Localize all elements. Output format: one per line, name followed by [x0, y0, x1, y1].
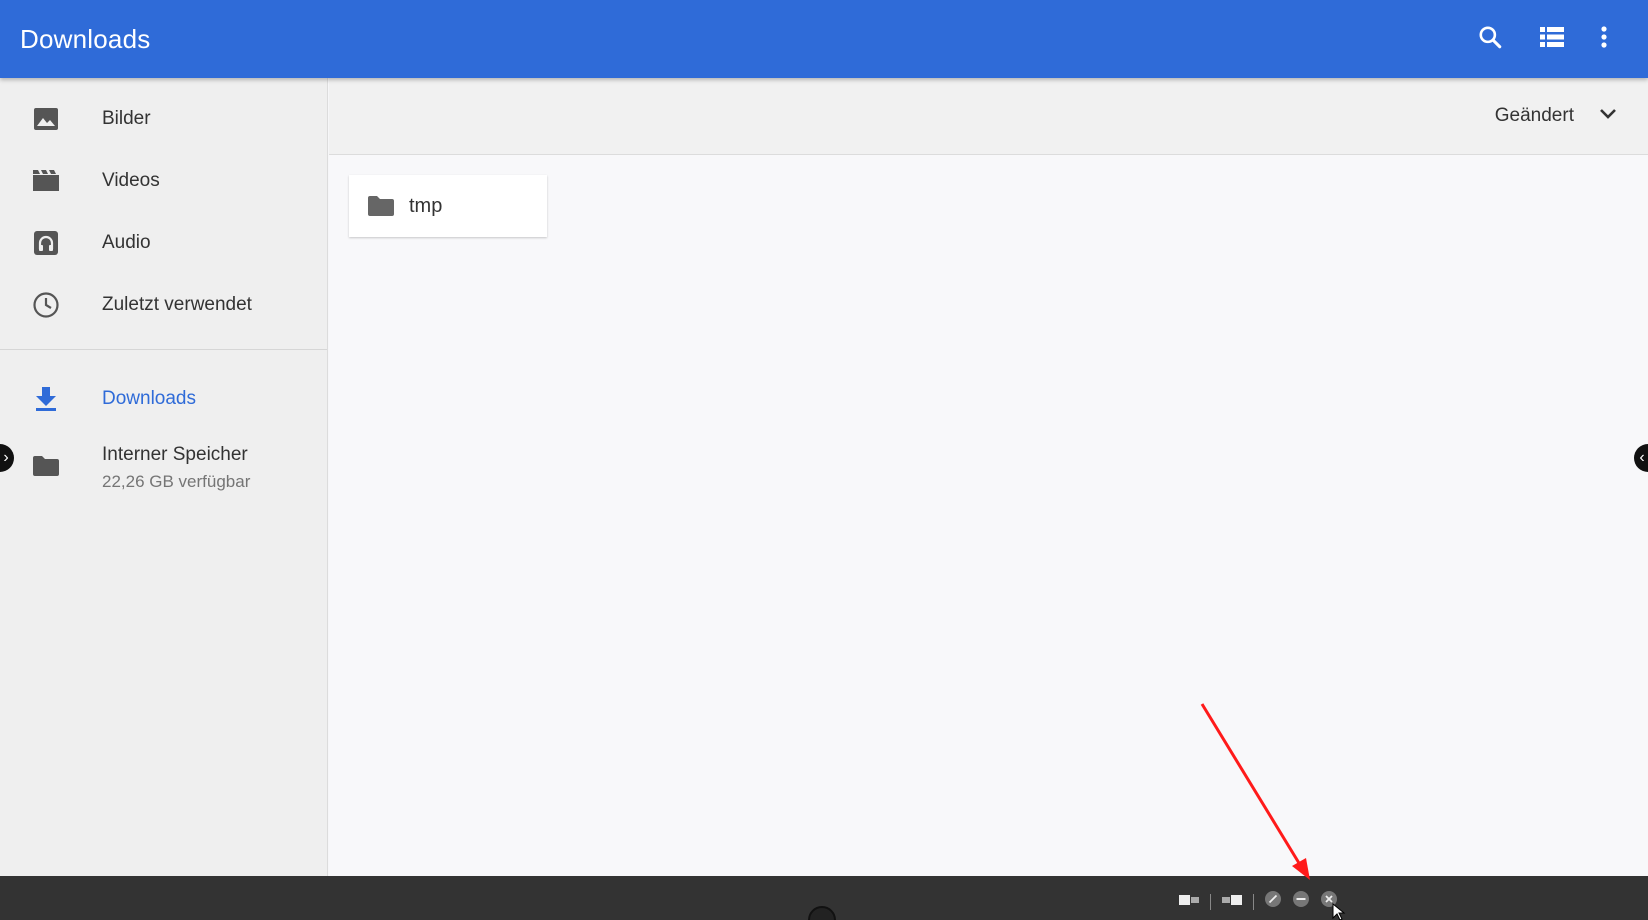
- download-icon: [32, 385, 60, 413]
- sidebar-item-bilder[interactable]: Bilder: [0, 88, 327, 150]
- more-vert-icon: [1600, 25, 1608, 54]
- minimize-button[interactable]: [1292, 890, 1310, 913]
- chevron-right-icon: ›: [3, 449, 9, 466]
- folder-name: tmp: [409, 194, 443, 217]
- mouse-cursor-icon: [1332, 903, 1346, 920]
- sidebar-item-audio[interactable]: Audio: [0, 212, 327, 274]
- search-button[interactable]: [1468, 17, 1512, 61]
- folder-icon: [32, 452, 60, 480]
- window-shelf: [0, 876, 1648, 920]
- fullscreen-icon: [1264, 890, 1282, 913]
- snap-left-button[interactable]: [1178, 893, 1200, 911]
- sidebar-item-recent[interactable]: Zuletzt verwendet: [0, 274, 327, 336]
- folder-icon: [367, 194, 395, 218]
- app-bar-actions: [1450, 17, 1626, 61]
- sidebar-item-downloads[interactable]: Downloads: [0, 368, 327, 430]
- image-icon: [32, 105, 60, 133]
- list-view-button[interactable]: [1530, 17, 1574, 61]
- sidebar-item-videos[interactable]: Videos: [0, 150, 327, 212]
- app-bar: Downloads: [0, 0, 1648, 78]
- sidebar-divider: [0, 349, 327, 350]
- chevron-left-icon: ‹: [1639, 449, 1645, 466]
- snap-right-button[interactable]: [1221, 893, 1243, 911]
- window-controls: [1178, 890, 1348, 913]
- fullscreen-button[interactable]: [1264, 890, 1282, 913]
- sidebar-item-label: Interner Speicher: [102, 444, 248, 465]
- chevron-down-icon: [1599, 107, 1617, 125]
- sort-bar: Geändert: [329, 78, 1648, 155]
- list-view-icon: [1539, 25, 1565, 54]
- sidebar-item-label: Bilder: [102, 108, 151, 129]
- audio-icon: [32, 229, 60, 257]
- launcher-button[interactable]: [808, 906, 836, 920]
- snap-right-icon: [1221, 893, 1243, 911]
- controls-separator: [1210, 893, 1211, 910]
- video-icon: [32, 167, 60, 195]
- controls-separator: [1253, 893, 1254, 910]
- sort-label[interactable]: Geändert: [1495, 105, 1574, 127]
- storage-available-text: 22,26 GB verfügbar: [102, 472, 251, 491]
- minimize-icon: [1292, 890, 1310, 913]
- file-list-area: Geändert tmp: [329, 78, 1648, 876]
- more-options-button[interactable]: [1582, 17, 1626, 61]
- folder-tile-tmp[interactable]: tmp: [349, 175, 547, 237]
- sidebar-item-label: Videos: [102, 170, 160, 191]
- file-grid: tmp: [329, 155, 1648, 257]
- sidebar-item-label: Downloads: [102, 388, 196, 409]
- sort-dropdown-button[interactable]: [1596, 104, 1620, 128]
- snap-left-icon: [1178, 893, 1200, 911]
- app-title: Downloads: [20, 23, 151, 54]
- files-app: Downloads Bilder Videos Audio Zuletzt ve…: [0, 0, 1648, 920]
- sidebar: Bilder Videos Audio Zuletzt verwendet Do…: [0, 78, 328, 876]
- sidebar-item-label: Audio: [102, 232, 151, 253]
- clock-icon: [32, 291, 60, 319]
- search-icon: [1477, 24, 1503, 55]
- sidebar-item-internal-storage[interactable]: Interner Speicher 22,26 GB verfügbar: [0, 430, 327, 502]
- sidebar-item-label: Zuletzt verwendet: [102, 294, 252, 315]
